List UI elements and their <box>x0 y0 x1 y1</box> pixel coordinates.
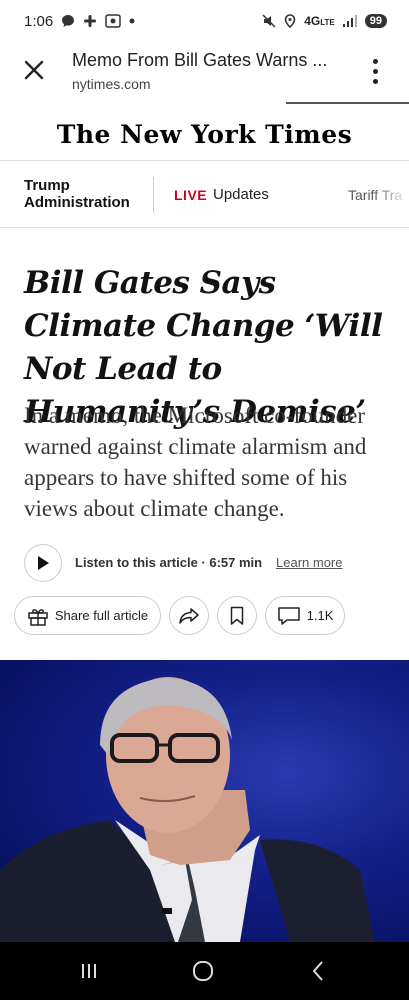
close-tab-button[interactable] <box>22 58 46 82</box>
battery-indicator: 99 <box>364 14 387 28</box>
custom-tab-header: Memo From Bill Gates Warns ... nytimes.c… <box>0 42 409 104</box>
status-bar: 1:06 4GLTE 99 <box>0 0 409 42</box>
article-summary: In a memo, the Microsoft co-founder warn… <box>24 403 367 521</box>
play-audio-button[interactable] <box>24 544 62 582</box>
nav-fade <box>372 161 409 227</box>
section-nav: Trump Administration LIVE Updates Tariff… <box>0 161 409 227</box>
close-icon <box>24 60 44 80</box>
screenshot-icon <box>105 14 121 28</box>
overflow-menu-button[interactable] <box>368 56 382 86</box>
share-label: Share full article <box>54 608 149 623</box>
recent-apps-icon <box>82 964 96 978</box>
bill-gates-portrait <box>0 677 375 942</box>
share-full-article-button[interactable]: Share full article <box>14 596 161 635</box>
gift-icon <box>28 608 48 626</box>
comment-count: 1.1K <box>306 608 334 623</box>
article-photo[interactable] <box>0 660 409 942</box>
signal-icon <box>342 15 357 27</box>
menu-dot <box>372 68 378 74</box>
menu-dot <box>372 78 378 84</box>
home-icon <box>193 961 213 981</box>
comments-button[interactable]: 1.1K <box>265 596 345 635</box>
status-time: 1:06 <box>24 12 54 30</box>
nav-separator <box>153 177 154 213</box>
page-load-progress <box>286 102 409 104</box>
bookmark-icon <box>230 606 244 625</box>
chat-bubble-icon <box>61 14 75 28</box>
back-icon <box>312 961 323 981</box>
menu-dot <box>372 58 378 64</box>
location-icon <box>284 14 296 28</box>
nyt-logo[interactable]: The New York Times <box>0 108 409 160</box>
share-button[interactable] <box>169 596 209 635</box>
share-arrow-icon <box>179 607 199 624</box>
back-button[interactable] <box>310 960 326 987</box>
mute-icon <box>262 14 276 28</box>
dot-icon <box>129 18 135 24</box>
network-type: 4GLTE <box>304 14 335 28</box>
slack-icon <box>83 14 97 28</box>
nav-item-live-updates[interactable]: Updates <box>213 186 269 203</box>
learn-more-link[interactable]: Learn more <box>276 555 342 570</box>
tab-url[interactable]: nytimes.com <box>72 76 151 92</box>
nav-item-trump-administration[interactable]: Trump Administration <box>24 177 144 211</box>
save-article-button[interactable] <box>217 596 257 635</box>
recent-apps-button[interactable] <box>80 962 98 985</box>
comment-icon <box>277 606 300 625</box>
live-badge[interactable]: LIVE <box>174 187 207 203</box>
tab-title: Memo From Bill Gates Warns ... <box>72 50 328 70</box>
play-icon <box>38 556 49 570</box>
divider <box>0 227 409 228</box>
listen-label[interactable]: Listen to this article · 6:57 min <box>75 555 262 570</box>
home-button[interactable] <box>192 960 214 987</box>
system-nav-bar <box>0 942 409 1000</box>
